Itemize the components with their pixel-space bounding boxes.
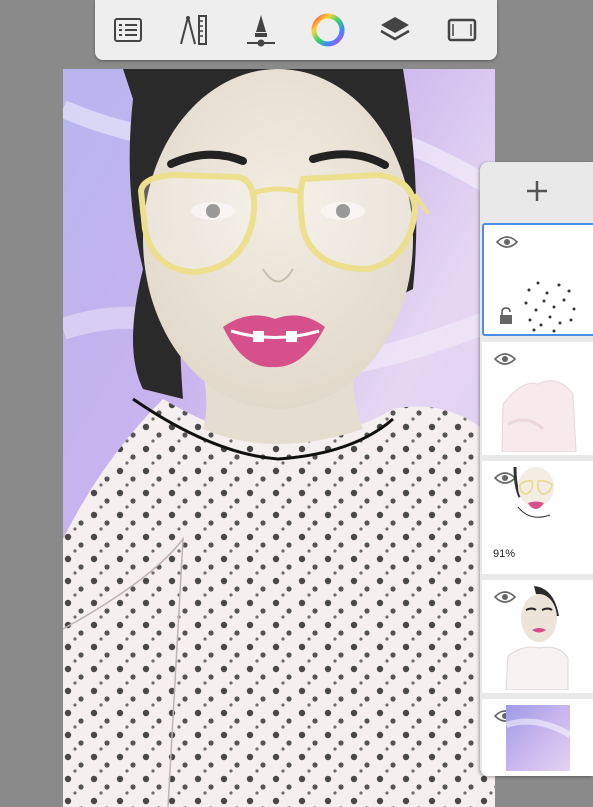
layer-item-shirt-shading[interactable] bbox=[482, 342, 593, 455]
ruler-guides-icon[interactable] bbox=[174, 10, 214, 50]
layer-item-background[interactable] bbox=[482, 699, 593, 776]
color-wheel-icon[interactable] bbox=[308, 10, 348, 50]
layers-list-icon[interactable] bbox=[108, 10, 148, 50]
brush-properties-icon[interactable] bbox=[241, 10, 281, 50]
layer-stack-icon[interactable] bbox=[375, 10, 415, 50]
lock-open-icon[interactable] bbox=[499, 307, 513, 325]
layer-thumbnail bbox=[513, 467, 554, 518]
layer-thumbnail bbox=[519, 271, 582, 334]
eye-icon[interactable] bbox=[496, 235, 518, 249]
layer-item-portrait[interactable] bbox=[482, 580, 593, 693]
drawing-canvas[interactable] bbox=[63, 69, 495, 807]
layer-opacity-label: 91% bbox=[493, 548, 516, 560]
plus-icon bbox=[527, 181, 547, 201]
layer-item-glasses-lineart[interactable]: 91% bbox=[482, 461, 593, 574]
fullscreen-icon[interactable] bbox=[442, 10, 482, 50]
layer-item-polka-dots[interactable] bbox=[482, 223, 593, 336]
top-toolbar bbox=[95, 0, 497, 60]
layer-thumbnail bbox=[505, 586, 569, 690]
layers-panel: 91% bbox=[480, 162, 593, 776]
layer-thumbnail bbox=[501, 380, 577, 452]
layer-thumbnail bbox=[506, 705, 570, 771]
add-layer-button[interactable] bbox=[480, 162, 593, 220]
